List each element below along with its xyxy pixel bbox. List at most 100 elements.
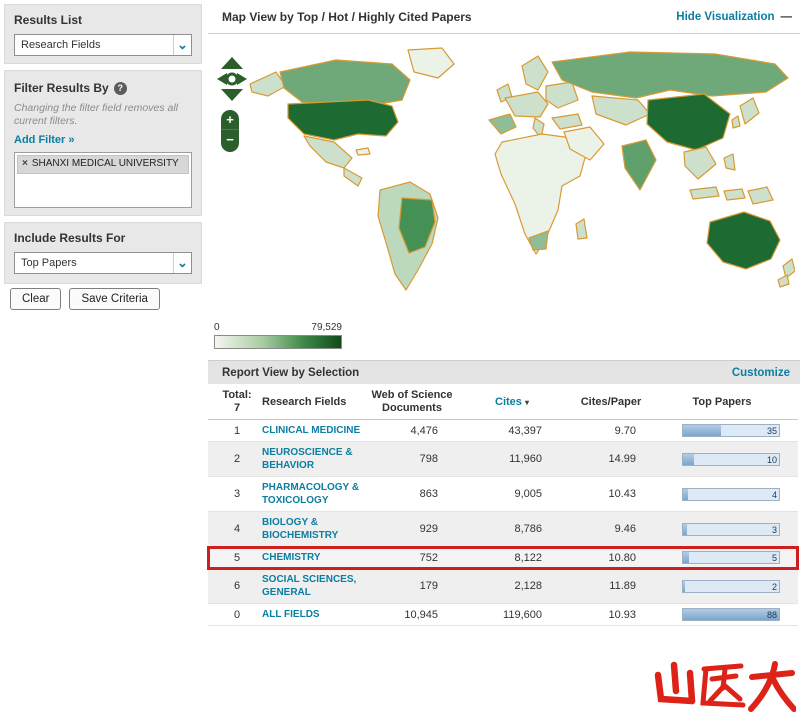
cites-value: 9,005 bbox=[514, 488, 542, 501]
row-rank: 1 bbox=[233, 424, 241, 437]
results-list-panel: Results List Research Fields ⌄ bbox=[4, 4, 202, 64]
col-research-fields: Research Fields bbox=[262, 395, 347, 408]
cites-value: 119,600 bbox=[503, 608, 542, 621]
top-papers-bar: 4 bbox=[682, 487, 780, 501]
field-link[interactable]: CHEMISTRY bbox=[262, 552, 321, 563]
legend-min-label: 0 bbox=[214, 322, 220, 333]
row-rank: 3 bbox=[233, 488, 241, 501]
filter-note: Changing the filter field removes all cu… bbox=[14, 102, 179, 128]
field-link[interactable]: SOCIAL SCIENCES, GENERAL bbox=[262, 574, 356, 598]
filter-panel: Filter Results By? Changing the filter f… bbox=[4, 70, 202, 216]
col-cites-sort[interactable]: Cites ▾ bbox=[460, 396, 564, 409]
docs-value: 798 bbox=[419, 453, 438, 466]
cites-per-paper-value: 14.99 bbox=[608, 453, 636, 466]
table-row: 3 PHARMACOLOGY & TOXICOLOGY 863 9,005 10… bbox=[208, 477, 798, 513]
cites-per-paper-value: 9.70 bbox=[614, 424, 636, 437]
chevron-down-icon: ⌄ bbox=[173, 35, 191, 55]
zoom-out-icon[interactable]: − bbox=[221, 130, 239, 150]
table-header-row: Total: 7 Research Fields Web of Science … bbox=[208, 386, 798, 421]
cites-value: 11,960 bbox=[509, 453, 542, 466]
cites-per-paper-value: 10.43 bbox=[608, 488, 636, 501]
docs-value: 929 bbox=[419, 523, 438, 536]
shanxi-medical-university-logo bbox=[654, 661, 796, 712]
field-link[interactable]: PHARMACOLOGY & TOXICOLOGY bbox=[262, 482, 359, 506]
top-papers-bar: 2 bbox=[682, 579, 780, 593]
filter-item-shanxi[interactable]: × SHANXI MEDICAL UNIVERSITY bbox=[17, 155, 189, 175]
cites-value: 43,397 bbox=[508, 424, 542, 437]
row-rank: 0 bbox=[233, 608, 241, 621]
top-papers-bar: 35 bbox=[682, 424, 780, 438]
add-filter-link[interactable]: Add Filter » bbox=[14, 134, 75, 146]
row-rank: 2 bbox=[233, 453, 241, 466]
col-cites-label: Cites bbox=[495, 395, 522, 408]
total-header: Total: 7 bbox=[214, 389, 260, 415]
map-view-title: Map View by Top / Hot / Highly Cited Pap… bbox=[222, 9, 472, 24]
collapse-minus-icon: — bbox=[780, 10, 793, 23]
map-zoom-control[interactable]: + − bbox=[221, 110, 239, 152]
total-label: Total: bbox=[222, 389, 252, 401]
top-papers-bar-fill bbox=[683, 609, 779, 621]
field-link[interactable]: CLINICAL MEDICINE bbox=[262, 425, 360, 436]
docs-value: 4,476 bbox=[410, 424, 438, 437]
help-icon[interactable]: ? bbox=[113, 82, 127, 95]
table-row: 6 SOCIAL SCIENCES, GENERAL 179 2,128 11.… bbox=[208, 569, 798, 605]
docs-value: 863 bbox=[419, 488, 438, 501]
include-results-dropdown[interactable]: Top Papers ⌄ bbox=[14, 252, 192, 274]
top-papers-count: 4 bbox=[771, 489, 777, 500]
top-papers-bar: 3 bbox=[682, 522, 780, 536]
table-row: 4 BIOLOGY & BIOCHEMISTRY 929 8,786 9.46 … bbox=[208, 512, 798, 548]
world-map[interactable]: + − bbox=[208, 34, 800, 320]
table-row: 1 CLINICAL MEDICINE 4,476 43,397 9.70 35 bbox=[208, 420, 798, 443]
map-color-legend: 0 79,529 bbox=[214, 322, 342, 349]
results-table: Total: 7 Research Fields Web of Science … bbox=[207, 386, 799, 627]
top-papers-count: 3 bbox=[771, 524, 777, 535]
field-link[interactable]: NEUROSCIENCE & BEHAVIOR bbox=[262, 447, 353, 471]
chevron-down-icon: ⌄ bbox=[173, 253, 191, 273]
table-row-all-fields: 0 ALL FIELDS 10,945 119,600 10.93 88 bbox=[208, 604, 798, 627]
results-list-value: Research Fields bbox=[21, 39, 101, 51]
cites-per-paper-value: 9.46 bbox=[614, 523, 636, 536]
results-list-label: Results List bbox=[14, 13, 83, 27]
cites-per-paper-value: 11.89 bbox=[609, 580, 636, 593]
legend-max-label: 79,529 bbox=[311, 322, 342, 333]
top-papers-bar-fill bbox=[683, 523, 687, 535]
report-view-header: Report View by Selection Customize bbox=[208, 360, 800, 384]
top-papers-count: 5 bbox=[771, 553, 777, 564]
row-rank: 5 bbox=[233, 551, 241, 564]
results-list-dropdown[interactable]: Research Fields ⌄ bbox=[14, 34, 192, 56]
choropleth-map-svg bbox=[249, 47, 795, 291]
top-papers-bar-fill bbox=[683, 425, 722, 437]
top-papers-bar-fill bbox=[683, 580, 685, 592]
zoom-in-icon[interactable]: + bbox=[221, 110, 239, 130]
filter-item-label: SHANXI MEDICAL UNIVERSITY bbox=[31, 158, 179, 170]
hide-visualization-label: Hide Visualization bbox=[676, 10, 775, 23]
hide-visualization-link[interactable]: Hide Visualization — bbox=[676, 11, 792, 23]
filter-label: Filter Results By bbox=[14, 81, 109, 95]
cites-per-paper-value: 10.80 bbox=[608, 551, 636, 564]
docs-value: 179 bbox=[419, 580, 438, 593]
top-papers-count: 10 bbox=[766, 454, 777, 465]
top-papers-bar: 10 bbox=[682, 452, 780, 466]
customize-link[interactable]: Customize bbox=[732, 367, 790, 379]
field-link[interactable]: ALL FIELDS bbox=[262, 609, 320, 620]
row-rank: 4 bbox=[233, 523, 241, 536]
sidebar: Results List Research Fields ⌄ Filter Re… bbox=[0, 0, 206, 722]
docs-value: 752 bbox=[419, 551, 438, 564]
criteria-buttons: Clear Save Criteria bbox=[10, 288, 160, 310]
include-results-label: Include Results For bbox=[14, 231, 126, 245]
col-cites-per-paper: Cites/Paper bbox=[580, 395, 642, 408]
save-criteria-button[interactable]: Save Criteria bbox=[69, 288, 160, 310]
top-papers-count: 35 bbox=[766, 426, 777, 437]
field-link[interactable]: BIOLOGY & BIOCHEMISTRY bbox=[262, 517, 338, 541]
top-papers-bar-fill bbox=[683, 488, 688, 500]
legend-gradient-bar bbox=[214, 335, 342, 349]
remove-filter-icon[interactable]: × bbox=[22, 158, 28, 170]
table-row: 2 NEUROSCIENCE & BEHAVIOR 798 11,960 14.… bbox=[208, 442, 798, 478]
cites-value: 8,122 bbox=[514, 551, 542, 564]
top-papers-count: 88 bbox=[766, 610, 777, 621]
clear-button[interactable]: Clear bbox=[10, 288, 62, 310]
sort-desc-icon: ▾ bbox=[524, 397, 529, 407]
main-content: Map View by Top / Hot / Highly Cited Pap… bbox=[207, 0, 800, 722]
map-view-header: Map View by Top / Hot / Highly Cited Pap… bbox=[208, 0, 800, 34]
row-rank: 6 bbox=[233, 580, 241, 593]
